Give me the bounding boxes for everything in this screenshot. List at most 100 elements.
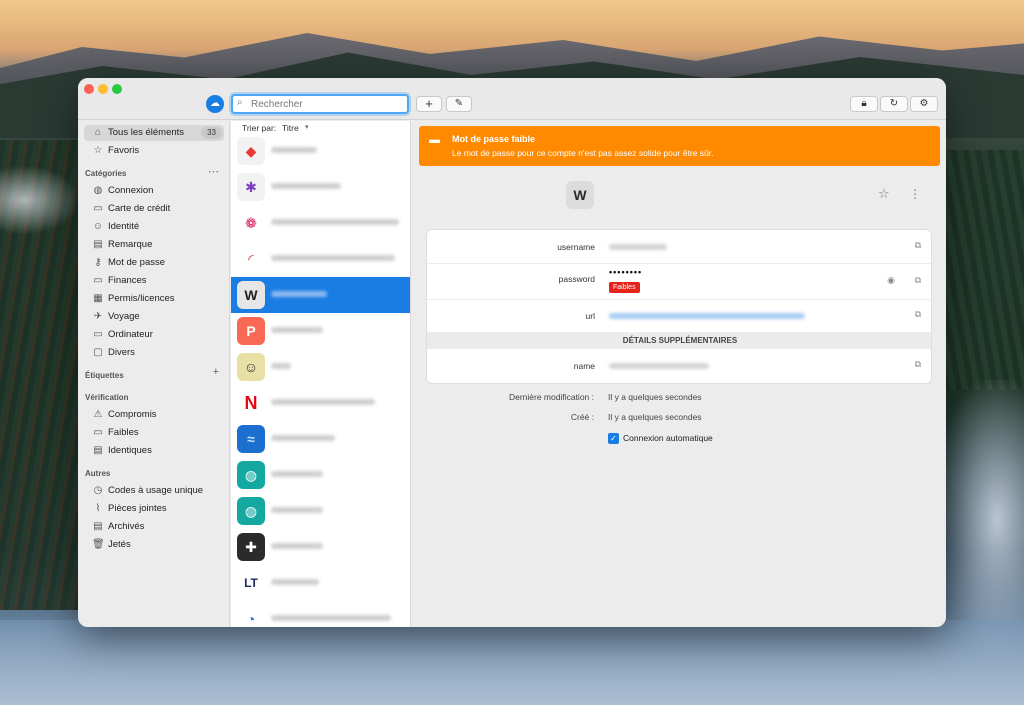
list-item[interactable]: ◜ (231, 241, 410, 277)
mandala-logo-icon: ❁ (237, 209, 265, 237)
wallpaper-fog-right (934, 380, 1024, 660)
search-box: ⌕ (231, 94, 409, 114)
list-item-title (271, 183, 341, 189)
url-label: url (585, 311, 595, 321)
list-item[interactable]: P (231, 313, 410, 349)
item-count-badge: 33 (201, 127, 222, 139)
copy-icon[interactable]: ⧉ (915, 240, 921, 251)
list-item-selected[interactable]: W (231, 277, 410, 313)
sidebar-item-connexion[interactable]: ◍ Connexion (84, 183, 224, 199)
sidebar-item-favorites[interactable]: ☆ Favoris (84, 143, 224, 159)
modified-label: Dernière modification : (508, 392, 594, 402)
list-item[interactable]: ✚ (231, 529, 410, 565)
more-options-icon[interactable]: ⋮ (909, 187, 921, 201)
copy-icon[interactable]: ⧉ (915, 309, 921, 320)
sidebar-item-note[interactable]: ▤ Remarque (84, 237, 224, 253)
sidebar-item-compromised[interactable]: ⚠ Compromis (84, 407, 224, 423)
edit-item-button[interactable]: ✎ (446, 96, 472, 112)
sidebar-item-label: Codes à usage unique (108, 485, 204, 496)
others-heading: Autres (85, 469, 111, 478)
sidebar-item-weak[interactable]: ▭ Faibles (84, 425, 224, 441)
trash-icon: 🗑︎ (92, 539, 105, 550)
clock-icon: ◷ (93, 485, 103, 496)
minimize-window-button[interactable] (98, 84, 108, 94)
lock-button[interactable]: 🔒︎ (850, 96, 878, 112)
w-logo-icon: W (237, 281, 265, 309)
list-item[interactable]: ◔ (231, 601, 410, 627)
item-list: Trier par: Titre ▾ ◆ ✱ ❁ ◜ W P ☺ N ≈ ◍ ◍… (231, 121, 411, 627)
list-item[interactable]: N (231, 385, 410, 421)
sidebar-item-duplicates[interactable]: ▤ Identiques (84, 443, 224, 459)
list-item[interactable]: ◍ (231, 493, 410, 529)
alert-title: Mot de passe faible (452, 134, 536, 144)
sidebar-item-licenses[interactable]: ▦ Permis/licences (84, 291, 224, 307)
wave-logo-icon: ≈ (237, 425, 265, 453)
list-item[interactable]: ☺ (231, 349, 410, 385)
add-tag-button[interactable]: + (213, 366, 219, 378)
sidebar-item-travel[interactable]: ✈ Voyage (84, 309, 224, 325)
wallpaper-forest-right (944, 150, 1024, 390)
identity-icon: ☺ (92, 221, 104, 232)
categories-more-button[interactable]: ⋯ (208, 165, 219, 178)
settings-button[interactable]: ⚙ (910, 96, 938, 112)
sidebar-item-misc[interactable]: ▢ Divers (84, 345, 224, 361)
swoosh-logo-icon: ◜ (237, 245, 265, 273)
copy-icon[interactable]: ⧉ (915, 359, 921, 370)
key-icon: ⚷ (94, 257, 102, 268)
list-item[interactable]: ◆ (231, 133, 410, 169)
name-row: name ⧉ (427, 349, 931, 383)
duplicate-icon: ▤ (93, 445, 103, 456)
additional-details-heading: DÉTAILS SUPPLÉMENTAIRES (427, 333, 931, 349)
list-item-title (271, 147, 317, 153)
add-item-button[interactable]: + (416, 96, 442, 112)
netflix-logo-icon: N (237, 389, 265, 417)
sidebar-item-label: Pièces jointes (108, 503, 167, 514)
username-value[interactable] (609, 244, 667, 250)
list-item-title (271, 399, 375, 405)
list-item-title (271, 615, 391, 621)
sidebar-item-label: Archivés (108, 521, 145, 532)
cloud-sync-icon[interactable]: ☁ (206, 95, 224, 113)
copy-icon[interactable]: ⧉ (915, 275, 921, 286)
sidebar-item-label: Favoris (108, 145, 140, 156)
sidebar-item-attachments[interactable]: ⌇ Pièces jointes (84, 501, 224, 517)
sidebar-item-finances[interactable]: ▭ Finances (84, 273, 224, 289)
eye-icon[interactable]: ◉ (887, 275, 895, 286)
sidebar-item-label: Divers (108, 347, 135, 358)
search-input[interactable] (251, 96, 403, 112)
close-window-button[interactable] (84, 84, 94, 94)
sidebar-item-label: Connexion (108, 185, 154, 196)
list-item[interactable]: ❁ (231, 205, 410, 241)
pencil-icon: ✎ (454, 98, 464, 109)
url-row: url ⧉ (427, 300, 931, 333)
sidebar-item-archived[interactable]: ▤ Archivés (84, 519, 224, 535)
list-item[interactable]: ≈ (231, 421, 410, 457)
sidebar-item-all-items[interactable]: ⌂ Tous les éléments 33 (84, 125, 224, 141)
autologin-checkbox[interactable]: ✓ (608, 433, 619, 444)
sidebar-item-password[interactable]: ⚷ Mot de passe (84, 255, 224, 271)
sidebar-item-label: Faibles (108, 427, 139, 438)
url-value[interactable] (609, 313, 805, 319)
sync-button[interactable]: ↻ (880, 96, 908, 112)
finance-icon: ▭ (93, 275, 103, 286)
sidebar-item-identity[interactable]: ☺ Identité (84, 219, 224, 235)
sidebar-item-credit-card[interactable]: ▭ Carte de crédit (84, 201, 224, 217)
list-item[interactable]: LT (231, 565, 410, 601)
zoom-window-button[interactable] (112, 84, 122, 94)
list-item[interactable]: ◍ (231, 457, 410, 493)
list-item-title (271, 255, 395, 261)
chevron-down-icon: ▾ (305, 124, 309, 131)
sidebar-item-computer[interactable]: ▭ Ordinateur (84, 327, 224, 343)
autologin-label: Connexion automatique (623, 433, 713, 443)
globe-logo-icon: ◍ (237, 497, 265, 525)
sidebar-item-otp-codes[interactable]: ◷ Codes à usage unique (84, 483, 224, 499)
password-value[interactable]: •••••••• (609, 267, 642, 277)
list-item[interactable]: ✱ (231, 169, 410, 205)
lt-logo-icon: LT (237, 569, 265, 597)
bouygues-logo-icon: ◔ (237, 605, 265, 627)
name-value[interactable] (609, 363, 709, 369)
weak-password-alert: ▬ Mot de passe faible Le mot de passe po… (419, 126, 940, 166)
favorite-star-icon[interactable]: ☆ (878, 186, 890, 202)
list-item-title (271, 579, 319, 585)
sidebar-item-trash[interactable]: 🗑︎ Jetés (84, 537, 224, 553)
